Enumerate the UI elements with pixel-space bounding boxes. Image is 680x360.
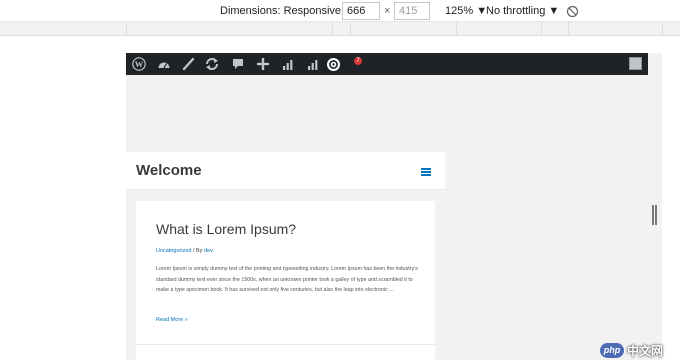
plugin-icon[interactable] (325, 56, 341, 72)
rotate-icon[interactable] (566, 4, 579, 18)
meta-separator: / By (191, 248, 204, 254)
resize-handle[interactable] (652, 205, 658, 225)
avatar[interactable] (629, 57, 642, 70)
comments-icon[interactable] (230, 56, 246, 72)
updates-icon[interactable] (204, 56, 220, 72)
svg-text:W: W (135, 59, 144, 69)
dimensions-dropdown[interactable]: Dimensions: Responsive ▼ (220, 0, 355, 22)
throttling-dropdown[interactable]: No throttling ▼ (486, 0, 559, 22)
watermark: php 中文网 (600, 341, 663, 359)
emulated-viewport: W 7 Welcome What is Lorem Ipsum? Uncateg… (126, 53, 662, 360)
watermark-logo: php (600, 342, 624, 358)
post-article: What is Lorem Ipsum? Uncategorized / By … (136, 201, 435, 360)
stats-icon[interactable] (280, 56, 296, 72)
post-title[interactable]: What is Lorem Ipsum? (156, 221, 296, 237)
zoom-dropdown[interactable]: 125% ▼ (445, 0, 487, 22)
hamburger-menu-icon[interactable] (421, 168, 431, 176)
customize-brush-icon[interactable] (180, 56, 196, 72)
height-input[interactable]: 415 (394, 2, 430, 20)
device-canvas: W 7 Welcome What is Lorem Ipsum? Uncateg… (0, 36, 680, 360)
site-title[interactable]: Welcome (136, 162, 202, 179)
device-toolbar: Dimensions: Responsive ▼ 666 × 415 125% … (0, 0, 680, 22)
new-content-icon[interactable] (255, 56, 271, 72)
wp-admin-bar: W 7 (126, 53, 648, 75)
dashboard-icon[interactable] (156, 56, 172, 72)
dimensions-separator: × (384, 5, 391, 17)
watermark-text: 中文网 (627, 343, 664, 358)
width-input[interactable]: 666 (342, 2, 380, 20)
site-header: Welcome (126, 152, 445, 190)
wordpress-icon[interactable]: W (131, 56, 147, 72)
media-query-ruler[interactable] (0, 22, 680, 36)
post-meta: Uncategorized / By dev (156, 248, 213, 254)
post-excerpt: Lorem Ipsum is simply dummy text of the … (156, 266, 418, 293)
author-link[interactable]: dev (204, 248, 213, 254)
stats-icon[interactable] (305, 56, 321, 72)
notification-badge: 7 (354, 57, 362, 65)
read-more-link[interactable]: Read More » (156, 317, 188, 323)
category-link[interactable]: Uncategorized (156, 248, 191, 254)
divider (136, 344, 435, 345)
